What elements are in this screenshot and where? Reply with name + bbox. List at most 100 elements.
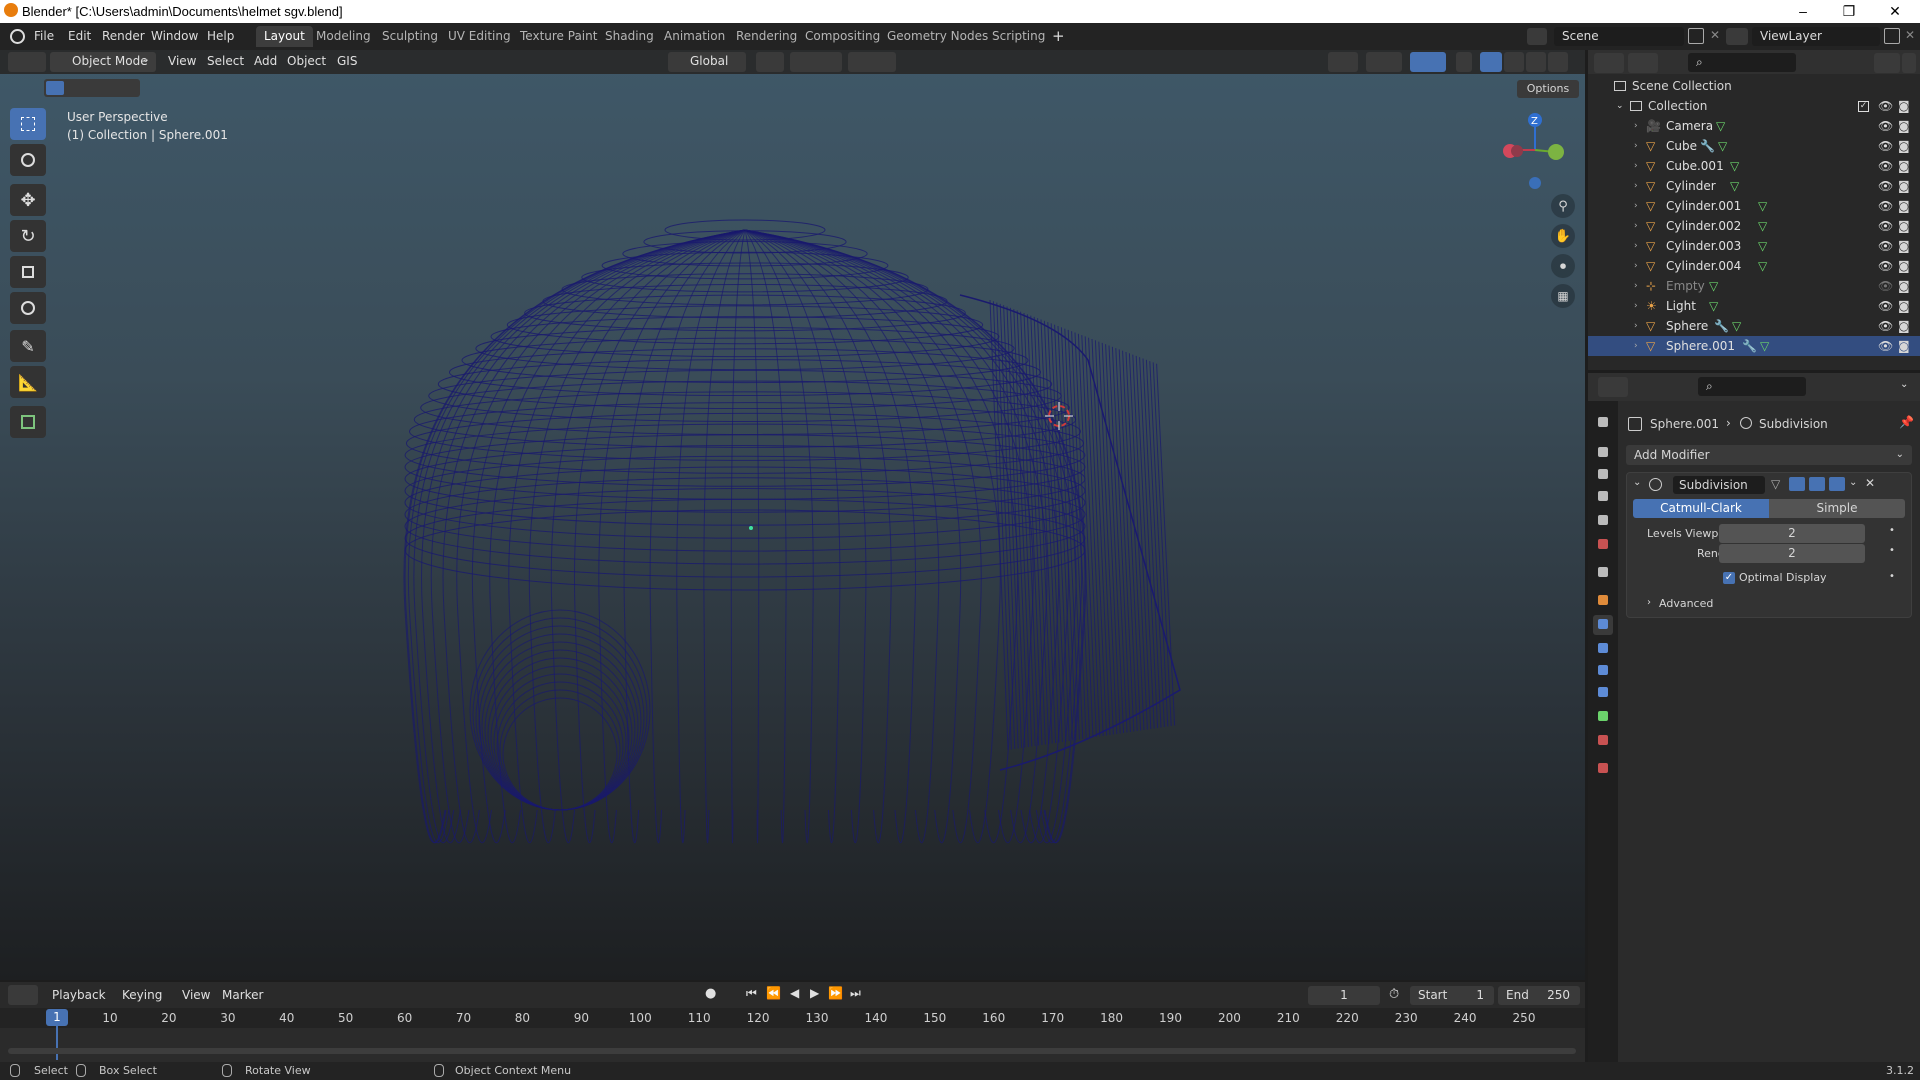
- levels-viewport-field[interactable]: 2: [1719, 524, 1865, 543]
- add-cube-tool[interactable]: [10, 406, 46, 438]
- eye-icon[interactable]: 👁: [1878, 116, 1893, 136]
- expand-chevron-icon[interactable]: ›: [1634, 256, 1638, 276]
- eye-icon[interactable]: 👁: [1878, 136, 1893, 156]
- timeline-ruler[interactable]: 1 10 20 30 40 50 60 70 80 90 100 110 120 130 140 150 160…: [0, 1008, 1585, 1060]
- keyframe-dot-icon[interactable]: •: [1889, 545, 1895, 556]
- simple-button[interactable]: Simple: [1769, 499, 1905, 518]
- eye-icon[interactable]: 👁: [1878, 156, 1893, 176]
- show-in-editmode-icon[interactable]: [1789, 477, 1805, 491]
- tab-compositing[interactable]: Compositing: [797, 26, 888, 47]
- viewlayer-field[interactable]: ViewLayer: [1752, 27, 1880, 46]
- tab-scripting[interactable]: Scripting: [984, 26, 1053, 47]
- tab-scene-icon[interactable]: [1593, 511, 1613, 531]
- current-frame-indicator[interactable]: 1: [46, 1009, 68, 1026]
- jump-end-icon[interactable]: ⏭: [850, 986, 861, 1001]
- tab-animation[interactable]: Animation: [656, 26, 733, 47]
- menu-marker[interactable]: Marker: [222, 988, 263, 1002]
- outliner-search-input[interactable]: ⌕: [1688, 53, 1796, 72]
- render-camera-icon[interactable]: ◙: [1898, 316, 1910, 336]
- new-collection-icon[interactable]: [1902, 53, 1916, 73]
- keyframe-dot-icon[interactable]: •: [1889, 525, 1895, 536]
- expand-chevron-icon[interactable]: ›: [1634, 276, 1638, 296]
- outliner-item[interactable]: › ▽ Sphere.001 🔧 ▽ 👁 ◙: [1588, 336, 1920, 356]
- render-camera-icon[interactable]: ◙: [1898, 276, 1910, 296]
- properties-search-input[interactable]: ⌕: [1698, 377, 1806, 396]
- render-camera-icon[interactable]: ◙: [1898, 216, 1910, 236]
- menu-render[interactable]: Render: [102, 29, 145, 43]
- expand-chevron-icon[interactable]: ›: [1634, 316, 1638, 336]
- cursor-tool[interactable]: [10, 144, 46, 176]
- restore-button[interactable]: ❐: [1826, 0, 1872, 23]
- optimal-display-checkbox[interactable]: ✓: [1723, 572, 1735, 584]
- expand-chevron-icon[interactable]: ›: [1634, 156, 1638, 176]
- chevron-down-icon[interactable]: ⌄: [1900, 379, 1908, 390]
- eye-icon[interactable]: 👁: [1878, 296, 1893, 316]
- menu-keying[interactable]: Keying: [122, 988, 162, 1002]
- eye-icon[interactable]: 👁: [1878, 96, 1893, 116]
- gizmo-toggle-icon[interactable]: [1366, 52, 1402, 72]
- ortho-toggle-icon[interactable]: ▦: [1551, 284, 1575, 308]
- jump-start-icon[interactable]: ⏮: [746, 986, 757, 1001]
- options-button[interactable]: Options: [1517, 80, 1579, 98]
- tab-material-icon[interactable]: [1593, 731, 1613, 751]
- tab-collection-icon[interactable]: [1593, 563, 1613, 583]
- visibility-icon[interactable]: [1328, 52, 1358, 72]
- outliner-item[interactable]: › ▽ Cylinder.003 ▽ 👁 ◙: [1588, 236, 1920, 256]
- shading-material-icon[interactable]: [1526, 52, 1546, 72]
- tab-data-icon[interactable]: [1593, 707, 1613, 727]
- add-workspace-button[interactable]: +: [1052, 27, 1065, 45]
- eye-icon[interactable]: 👁: [1878, 236, 1893, 256]
- pin-icon[interactable]: 📌: [1899, 415, 1914, 429]
- end-frame-field[interactable]: End 250: [1498, 986, 1580, 1005]
- tab-uv-editing[interactable]: UV Editing: [440, 26, 519, 47]
- scene-field[interactable]: Scene: [1554, 27, 1684, 46]
- record-icon[interactable]: ●: [705, 986, 716, 1001]
- add-modifier-dropdown[interactable]: Add Modifier ⌄: [1626, 445, 1912, 465]
- show-in-render-icon[interactable]: [1829, 477, 1845, 491]
- eye-icon[interactable]: 👁: [1878, 256, 1893, 276]
- eye-icon[interactable]: 👁: [1878, 316, 1893, 336]
- outliner-item[interactable]: › ▽ Cube.001 ▽ 👁 ◙: [1588, 156, 1920, 176]
- modifier-menu-chevron-icon[interactable]: ⌄: [1849, 477, 1857, 488]
- render-camera-icon[interactable]: ◙: [1898, 176, 1910, 196]
- menu-playback[interactable]: Playback: [52, 988, 106, 1002]
- expand-chevron-icon[interactable]: ›: [1634, 216, 1638, 236]
- new-scene-icon[interactable]: [1688, 28, 1704, 44]
- tab-geometry-nodes[interactable]: Geometry Nodes: [879, 26, 996, 47]
- render-camera-icon[interactable]: ◙: [1898, 96, 1910, 116]
- render-camera-icon[interactable]: ◙: [1898, 256, 1910, 276]
- annotate-tool[interactable]: ✎: [10, 330, 46, 362]
- tab-modifier-icon[interactable]: [1593, 615, 1613, 635]
- tab-layout[interactable]: Layout: [256, 26, 313, 47]
- outliner-item[interactable]: › ⊹ Empty ▽ 👁 ◙: [1588, 276, 1920, 296]
- transform-tool[interactable]: [10, 292, 46, 324]
- minimize-button[interactable]: –: [1780, 0, 1826, 23]
- close-button[interactable]: ✕: [1872, 0, 1918, 23]
- render-camera-icon[interactable]: ◙: [1898, 336, 1910, 356]
- tab-output-icon[interactable]: [1593, 465, 1613, 485]
- render-camera-icon[interactable]: ◙: [1898, 196, 1910, 216]
- mode-selector[interactable]: Object Mode ⌄: [50, 52, 156, 72]
- editor-type-icon[interactable]: [8, 52, 46, 72]
- move-tool[interactable]: ✥: [10, 184, 46, 216]
- pivot-point-icon[interactable]: [756, 52, 784, 72]
- expand-chevron-icon[interactable]: ›: [1634, 336, 1638, 356]
- tab-physics-icon[interactable]: [1593, 661, 1613, 681]
- remove-modifier-icon[interactable]: ✕: [1865, 476, 1875, 490]
- menu-edit[interactable]: Edit: [68, 29, 91, 43]
- tab-texture-paint[interactable]: Texture Paint: [512, 26, 605, 47]
- render-levels-field[interactable]: 2: [1719, 544, 1865, 563]
- shading-wireframe-icon[interactable]: [1480, 52, 1502, 72]
- outliner-item[interactable]: › ▽ Cylinder ▽ 👁 ◙: [1588, 176, 1920, 196]
- modifier-name-input[interactable]: Subdivision: [1673, 476, 1765, 494]
- delete-scene-icon[interactable]: ✕: [1710, 28, 1720, 42]
- viewlayer-browse-icon[interactable]: [1726, 28, 1748, 45]
- properties-editor-type-icon[interactable]: [1598, 377, 1628, 397]
- play-reverse-icon[interactable]: ◀: [790, 986, 799, 1000]
- xray-toggle-icon[interactable]: [1456, 52, 1472, 72]
- display-mode-icon[interactable]: [1628, 53, 1658, 73]
- timeline-scrollbar[interactable]: [8, 1048, 1576, 1054]
- menu-window[interactable]: Window: [151, 29, 198, 43]
- measure-tool[interactable]: 📐: [10, 366, 46, 398]
- tab-tool-icon[interactable]: [1593, 413, 1613, 433]
